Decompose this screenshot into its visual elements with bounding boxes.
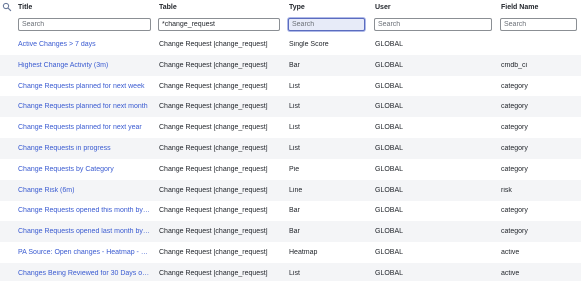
filter-row <box>0 17 581 35</box>
row-user: GLOBAL <box>375 41 404 48</box>
row-field-name: category <box>501 145 528 152</box>
row-user: GLOBAL <box>375 145 404 152</box>
row-type: List <box>289 145 300 152</box>
row-type: Line <box>289 186 303 194</box>
row-title-link[interactable]: Change Requests by Category <box>18 166 151 173</box>
row-field-name: cmdb_ci <box>501 61 528 69</box>
row-user: GLOBAL <box>375 249 404 256</box>
column-header-field-name[interactable]: Field Name <box>501 4 538 11</box>
row-type: Bar <box>289 228 300 236</box>
row-user: GLOBAL <box>375 269 404 277</box>
row-table: Change Request [change_request] <box>159 145 268 152</box>
row-title-link[interactable]: Changes Being Reviewed for 30 Days or Mo… <box>18 270 151 277</box>
row-field-name: category <box>501 103 528 111</box>
row-type: Heatmap <box>289 249 318 256</box>
table-row[interactable]: Highest Change Activity (3m) Change Reque… <box>0 54 581 76</box>
row-title-link[interactable]: Change Requests opened last month by Cat… <box>18 228 151 235</box>
row-user: GLOBAL <box>375 124 404 132</box>
table-row[interactable]: Active Changes > 7 days Change Request [c… <box>0 34 581 55</box>
row-table: Change Request [change_request] <box>159 207 268 215</box>
column-header-table[interactable]: Table <box>159 4 177 11</box>
table-row[interactable]: Change Requests opened last month by Cat… <box>0 221 581 243</box>
table-row[interactable]: Change Requests planned for next year Cha… <box>0 117 581 138</box>
row-table: Change Request [change_request] <box>159 249 268 256</box>
row-field-name: category <box>501 228 528 236</box>
row-title-link[interactable]: Highest Change Activity (3m) <box>18 62 151 69</box>
row-table: Change Request [change_request] <box>159 61 268 69</box>
row-type: Bar <box>289 61 300 69</box>
column-header-type[interactable]: Type <box>289 4 305 11</box>
row-title-link[interactable]: Change Requests in progress <box>18 145 151 152</box>
row-title-link[interactable]: Change Requests planned for next week <box>18 83 151 90</box>
row-user: GLOBAL <box>375 103 404 111</box>
column-header-user[interactable]: User <box>375 4 391 11</box>
row-table: Change Request [change_request] <box>159 165 268 173</box>
row-field-name: category <box>501 82 528 90</box>
field-name-search-input[interactable] <box>500 18 577 31</box>
column-header-title[interactable]: Title <box>18 4 32 11</box>
row-field-name: category <box>501 165 528 173</box>
row-type: Bar <box>289 207 300 215</box>
row-user: GLOBAL <box>375 61 404 69</box>
row-table: Change Request [change_request] <box>159 269 268 277</box>
search-icon[interactable] <box>2 2 12 12</box>
row-table: Change Request [change_request] <box>159 82 268 90</box>
row-type: List <box>289 269 300 277</box>
row-title-link[interactable]: Change Requests planned for next year <box>18 124 151 131</box>
table-row[interactable]: Changes Being Reviewed for 30 Days or Mo… <box>0 262 581 281</box>
row-title-link[interactable]: Change Risk (6m) <box>18 187 151 194</box>
table-row[interactable]: Change Risk (6m) Change Request [change_r… <box>0 179 581 201</box>
row-field-name: active <box>501 249 520 256</box>
table-row[interactable]: Change Requests planned for next month Ch… <box>0 96 581 118</box>
table-row[interactable]: Change Requests opened this month by Cat… <box>0 200 581 221</box>
row-user: GLOBAL <box>375 82 404 90</box>
user-search-input[interactable] <box>374 18 492 31</box>
row-table: Change Request [change_request] <box>159 103 268 111</box>
row-table: Change Request [change_request] <box>159 41 268 48</box>
row-type: List <box>289 82 300 90</box>
row-type: Pie <box>289 165 300 173</box>
column-header-row: Title Table Type User Field Name <box>0 0 581 17</box>
title-search-input[interactable] <box>18 18 151 31</box>
table-search-input[interactable] <box>158 18 280 31</box>
row-title-link[interactable]: Change Requests planned for next month <box>18 103 151 110</box>
row-table: Change Request [change_request] <box>159 186 268 194</box>
row-title-link[interactable]: PA Source: Open changes - Heatmap - Prio… <box>18 249 151 256</box>
row-field-name: active <box>501 269 520 277</box>
row-type: Single Score <box>289 41 329 48</box>
row-field-name: category <box>501 207 528 215</box>
row-field-name: category <box>501 124 528 132</box>
row-title-link[interactable]: Active Changes > 7 days <box>18 41 151 48</box>
table-row[interactable]: PA Source: Open changes - Heatmap - Prio… <box>0 242 581 263</box>
row-user: GLOBAL <box>375 186 404 194</box>
row-user: GLOBAL <box>375 228 404 236</box>
row-user: GLOBAL <box>375 207 404 215</box>
table-row[interactable]: Change Requests planned for next week Cha… <box>0 76 581 97</box>
table-row[interactable]: Change Requests in progress Change Reques… <box>0 138 581 159</box>
table-row[interactable]: Change Requests by Category Change Reques… <box>0 159 581 180</box>
row-user: GLOBAL <box>375 165 404 173</box>
row-type: List <box>289 103 300 111</box>
row-table: Change Request [change_request] <box>159 124 268 132</box>
type-search-input[interactable] <box>288 18 365 31</box>
row-table: Change Request [change_request] <box>159 228 268 236</box>
row-title-link[interactable]: Change Requests opened this month by Cat… <box>18 207 151 214</box>
row-field-name: risk <box>501 186 512 194</box>
row-type: List <box>289 124 300 132</box>
